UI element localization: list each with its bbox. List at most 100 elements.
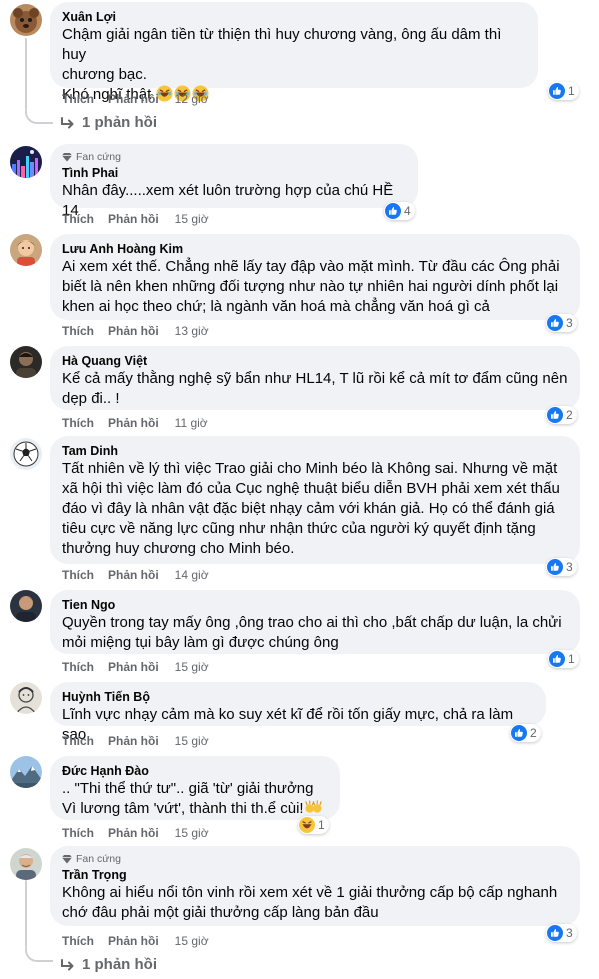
haha-icon — [299, 817, 315, 833]
fan-badge-label: Fan cứng — [76, 852, 121, 865]
reaction-summary[interactable]: 1 — [548, 650, 579, 668]
like-icon — [547, 925, 563, 941]
like-button[interactable]: Thích — [62, 826, 94, 840]
replies-count: 1 phản hồi — [82, 114, 157, 131]
raising-hands-emoji — [304, 800, 322, 817]
reaction-count: 4 — [404, 204, 411, 218]
reaction-summary[interactable]: 2 — [546, 406, 577, 424]
comment-text: Quyền trong tay mấy ông ,ông trao cho ai… — [62, 614, 562, 651]
comment-author[interactable]: Hà Quang Việt — [62, 353, 568, 369]
comment-author[interactable]: Trần Trọng — [62, 867, 568, 883]
diamond-icon — [62, 152, 72, 161]
reply-button[interactable]: Phản hồi — [108, 416, 159, 430]
reply-connector — [25, 110, 53, 124]
comment-author[interactable]: Đức Hạnh Đào — [62, 763, 328, 779]
like-icon — [549, 83, 565, 99]
comment-author[interactable]: Tien Ngo — [62, 597, 568, 613]
like-icon — [385, 203, 401, 219]
comment-bubble: Fan cứng Trần Trọng Không ai hiểu nổi tô… — [50, 846, 580, 926]
comment-bubble: Đức Hạnh Đào .. "Thi thể thứ tư".. giã '… — [50, 756, 340, 820]
comment-actions: Thích Phản hồi 11 giờ — [62, 415, 208, 431]
comment-actions: Thích Phản hồi 15 giờ — [62, 211, 209, 227]
avatar[interactable] — [10, 590, 42, 622]
avatar[interactable] — [10, 4, 42, 36]
reply-button[interactable]: Phản hồi — [108, 568, 159, 582]
avatar[interactable] — [10, 146, 42, 178]
like-icon — [511, 725, 527, 741]
like-icon — [549, 651, 565, 667]
comment-actions: Thích Phản hồi 15 giờ — [62, 933, 209, 949]
fan-badge: Fan cứng — [62, 852, 568, 865]
comment-bubble: Fan cứng Tình Phai Nhân đây.....xem xét … — [50, 144, 418, 219]
comment-bubble: Xuân Lợi Chậm giải ngân tiền từ thiện th… — [50, 2, 538, 103]
comment-actions: Thích Phản hồi 15 giờ — [62, 733, 209, 749]
reaction-summary[interactable]: 4 — [384, 202, 415, 220]
timestamp[interactable]: 15 giờ — [175, 826, 209, 840]
comment-author[interactable]: Huỳnh Tiến Bộ — [62, 689, 534, 705]
like-icon — [547, 315, 563, 331]
like-button[interactable]: Thích — [62, 92, 94, 106]
like-icon — [547, 407, 563, 423]
reaction-summary[interactable]: 3 — [546, 314, 577, 332]
reply-button[interactable]: Phản hồi — [108, 934, 159, 948]
reaction-count: 2 — [530, 726, 537, 740]
reply-button[interactable]: Phản hồi — [108, 324, 159, 338]
like-button[interactable]: Thích — [62, 416, 94, 430]
comment-author[interactable]: Lưu Anh Hoàng Kim — [62, 241, 568, 257]
comment-text: Kể cả mấy thằng nghệ sỹ bẩn như HL14, T … — [62, 370, 568, 407]
comment-author[interactable]: Tình Phai — [62, 165, 406, 181]
reaction-summary[interactable]: 3 — [546, 558, 577, 576]
reply-button[interactable]: Phản hồi — [108, 212, 159, 226]
timestamp[interactable]: 15 giờ — [175, 734, 209, 748]
timestamp[interactable]: 15 giờ — [175, 934, 209, 948]
reaction-summary[interactable]: 3 — [546, 924, 577, 942]
avatar[interactable] — [10, 438, 42, 470]
view-replies-link[interactable]: 1 phản hồi — [60, 114, 157, 131]
comment-author[interactable]: Xuân Lợi — [62, 9, 526, 25]
like-icon — [547, 559, 563, 575]
timestamp[interactable]: 15 giờ — [175, 660, 209, 674]
reaction-count: 3 — [566, 316, 573, 330]
avatar[interactable] — [10, 682, 42, 714]
comment-bubble: Lưu Anh Hoàng Kim Ai xem xét thế. Chẳng … — [50, 234, 580, 320]
comment-actions: Thích Phản hồi 14 giờ — [62, 567, 209, 583]
comment-text-body: .. "Thi thể thứ tư".. giã 'từ' giải thưở… — [62, 780, 314, 817]
comment-actions: Thích Phản hồi 15 giờ — [62, 825, 209, 841]
comment-text: Ai xem xét thế. Chẳng nhẽ lấy tay đập và… — [62, 258, 560, 315]
reaction-summary[interactable]: 1 — [548, 82, 579, 100]
avatar[interactable] — [10, 848, 42, 880]
like-button[interactable]: Thích — [62, 934, 94, 948]
comment-actions: Thích Phản hồi 12 giờ — [62, 91, 209, 107]
reply-button[interactable]: Phản hồi — [108, 734, 159, 748]
like-button[interactable]: Thích — [62, 660, 94, 674]
reaction-summary[interactable]: 1 — [298, 816, 329, 834]
timestamp[interactable]: 11 giờ — [175, 416, 208, 430]
view-replies-link[interactable]: 1 phản hồi — [60, 956, 157, 973]
timestamp[interactable]: 14 giờ — [175, 568, 209, 582]
reaction-count: 2 — [566, 408, 573, 422]
reaction-summary[interactable]: 2 — [510, 724, 541, 742]
avatar[interactable] — [10, 234, 42, 266]
reply-connector — [25, 948, 53, 962]
avatar[interactable] — [10, 346, 42, 378]
timestamp[interactable]: 12 giờ — [175, 92, 209, 106]
comment-actions: Thích Phản hồi 15 giờ — [62, 659, 209, 675]
like-button[interactable]: Thích — [62, 734, 94, 748]
like-button[interactable]: Thích — [62, 212, 94, 226]
timestamp[interactable]: 13 giờ — [175, 324, 209, 338]
comment-text: Tất nhiên về lý thì việc Trao giải cho M… — [62, 460, 560, 557]
comment-author[interactable]: Tam Dinh — [62, 443, 568, 459]
comment-text: Không ai hiểu nổi tôn vinh rồi xem xét v… — [62, 884, 558, 921]
thread-line — [25, 38, 27, 110]
reply-button[interactable]: Phản hồi — [108, 660, 159, 674]
timestamp[interactable]: 15 giờ — [175, 212, 209, 226]
like-button[interactable]: Thích — [62, 324, 94, 338]
diamond-icon — [62, 854, 72, 863]
comment-bubble: Tien Ngo Quyền trong tay mấy ông ,ông tr… — [50, 590, 580, 654]
reply-button[interactable]: Phản hồi — [108, 92, 159, 106]
like-button[interactable]: Thích — [62, 568, 94, 582]
avatar[interactable] — [10, 756, 42, 788]
reply-button[interactable]: Phản hồi — [108, 826, 159, 840]
comment-bubble: Hà Quang Việt Kể cả mấy thằng nghệ sỹ bẩ… — [50, 346, 580, 410]
reaction-count: 3 — [566, 926, 573, 940]
